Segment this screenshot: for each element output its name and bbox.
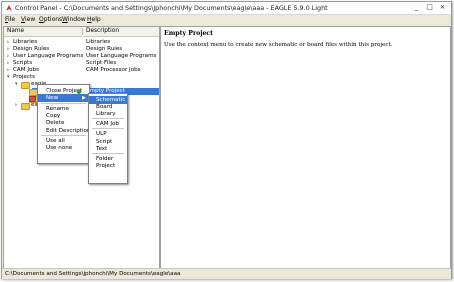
submenu-item[interactable]: CAM Job <box>89 120 127 128</box>
expander-arrow-icon[interactable]: ▹ <box>7 46 10 53</box>
eagle-app-icon <box>6 5 12 11</box>
column-header-description[interactable]: Description <box>83 27 159 37</box>
description-panel: Empty Project Use the context menu to cr… <box>160 26 451 269</box>
tree-item-description: CAM Processor Jobs <box>86 67 141 73</box>
expander-arrow-icon[interactable]: ▾ <box>7 74 10 81</box>
tree-item-description: Script Files <box>86 60 117 66</box>
project-title: Empty Project <box>164 30 214 37</box>
tree-item-name: User Language Programs <box>13 53 84 59</box>
menu-file[interactable]: File <box>5 16 15 23</box>
tree-row[interactable]: ▹ Design Rules Design Rules <box>4 46 159 53</box>
column-header-name[interactable]: Name <box>4 27 82 37</box>
status-bar: C:\Documents and Settings\jphonchi\My Do… <box>2 268 451 279</box>
menu-help[interactable]: Help <box>87 16 101 23</box>
expander-arrow-icon[interactable]: ▹ <box>7 67 10 74</box>
folder-icon <box>21 103 30 110</box>
tree-item-name: CAM Jobs <box>13 67 39 73</box>
tree-row[interactable]: ▹ User Language Programs User Language Pro… <box>4 53 159 60</box>
tree-item-description: Empty Project <box>86 88 125 94</box>
submenu-item[interactable]: Project <box>89 162 127 170</box>
expander-arrow-icon[interactable]: ▹ <box>7 39 10 46</box>
maximize-button[interactable]: □ <box>423 3 436 12</box>
close-button[interactable]: × <box>436 3 449 12</box>
tree-item-name: Projects <box>13 74 36 80</box>
window-title: Control Panel - C:\Documents and Setting… <box>15 4 328 12</box>
context-menu-item[interactable]: Use none <box>38 144 89 152</box>
submenu-item[interactable]: Library <box>89 110 127 118</box>
tree-item-name: Scripts <box>13 60 33 66</box>
menu-separator <box>41 102 86 104</box>
tree-item-name: aaa <box>39 88 50 94</box>
new-submenu: Schematic Board Library CAM Job ULP Script Tex… <box>88 93 128 184</box>
status-dot-icon <box>77 89 81 94</box>
menu-separator <box>92 118 124 120</box>
tree-row[interactable]: ▹ CAM Jobs CAM Processor Jobs <box>4 67 159 74</box>
expander-arrow-icon[interactable]: ▹ <box>7 60 10 67</box>
menu-separator <box>92 152 124 154</box>
title-bar[interactable]: Control Panel - C:\Documents and Setting… <box>2 2 451 15</box>
tree-row[interactable]: ▾ Projects <box>4 74 159 81</box>
context-menu-item[interactable]: New ▶ <box>38 94 89 103</box>
menu-separator <box>92 128 124 130</box>
expander-arrow-icon[interactable]: ▹ <box>7 53 10 60</box>
menu-bar: File View Options Window Help <box>2 15 451 25</box>
expander-arrow-icon[interactable]: ▾ <box>15 81 18 88</box>
minimize-button[interactable]: _ <box>410 3 423 12</box>
tree-item-description: User Language Programs <box>86 53 157 59</box>
menu-separator <box>41 134 86 136</box>
menu-window[interactable]: Window <box>62 16 86 23</box>
tree-row[interactable]: ▹ Scripts Script Files <box>4 60 159 67</box>
tree-row[interactable]: ▹ Libraries Libraries <box>4 39 159 46</box>
context-menu-item[interactable]: Edit Description <box>38 127 90 135</box>
expander-arrow-icon[interactable]: ▹ <box>15 102 18 109</box>
tree-item-name: Design Rules <box>13 46 50 52</box>
status-path: C:\Documents and Settings\jphonchi\My Do… <box>5 271 181 277</box>
menu-options[interactable]: Options <box>39 16 62 23</box>
submenu-arrow-icon: ▶ <box>82 95 86 102</box>
context-menu: Close Project New ▶ Rename Copy Delete Edit De… <box>37 84 90 164</box>
tree-item-description: Libraries <box>86 39 111 45</box>
tree-item-description: Design Rules <box>86 46 123 52</box>
menu-view[interactable]: View <box>21 16 35 23</box>
submenu-item[interactable]: Text <box>89 145 127 153</box>
tree-item-name: Libraries <box>13 39 38 45</box>
project-description: Use the context menu to create new schem… <box>164 42 393 48</box>
